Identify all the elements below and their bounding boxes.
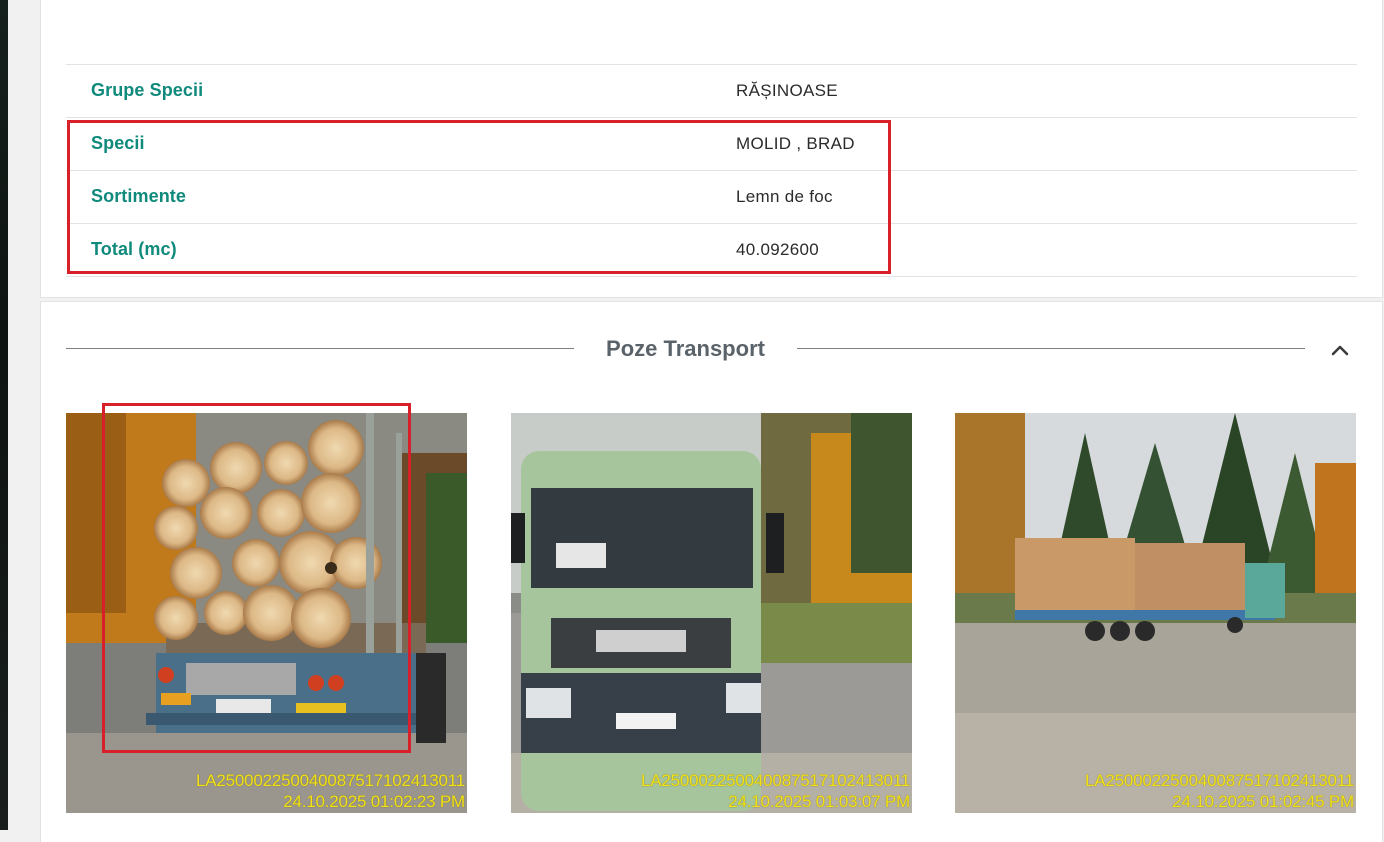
- table-row: Total (mc) 40.092600: [66, 224, 1357, 277]
- photo-code: LA250002250040087517102413011: [640, 771, 910, 790]
- row-label: Specii: [91, 133, 145, 153]
- background-strip: [0, 0, 8, 830]
- truck-front-image: [511, 413, 912, 813]
- row-value: 40.092600: [736, 240, 820, 259]
- row-value: RĂȘINOASE: [736, 81, 838, 100]
- section-title: Poze Transport: [606, 336, 765, 361]
- table-row: Specii MOLID , BRAD: [66, 118, 1357, 171]
- table-row: Sortimente Lemn de foc: [66, 171, 1357, 224]
- section-divider-right: [797, 348, 1305, 349]
- row-value: Lemn de foc: [736, 187, 833, 206]
- photo-code: LA250002250040087517102413011: [195, 771, 465, 790]
- row-label: Grupe Specii: [91, 80, 204, 100]
- photo-timestamp: 24.10.2025 01:02:23 PM: [283, 792, 465, 811]
- truck-side-image: [955, 413, 1356, 813]
- table-row: Grupe Specii RĂȘINOASE: [66, 65, 1357, 118]
- row-label: Total (mc): [91, 239, 177, 259]
- section-divider-left: [66, 348, 574, 349]
- details-table: Grupe Specii RĂȘINOASE Specii MOLID , BR…: [66, 64, 1357, 277]
- transport-photo-2[interactable]: LA250002250040087517102413011 24.10.2025…: [511, 413, 912, 813]
- row-label: Sortimente: [91, 186, 187, 206]
- transport-photo-1[interactable]: LA250002250040087517102413011 24.10.2025…: [66, 413, 467, 813]
- transport-photo-3[interactable]: LA250002250040087517102413011 24.10.2025…: [955, 413, 1356, 813]
- collapse-button[interactable]: [1326, 336, 1354, 364]
- photo-timestamp: 24.10.2025 01:03:07 PM: [728, 792, 910, 811]
- row-value: MOLID , BRAD: [736, 134, 855, 153]
- log-truck-rear-image: [66, 413, 467, 813]
- chevron-up-icon: [1331, 345, 1349, 356]
- photo-timestamp: 24.10.2025 01:02:45 PM: [1172, 792, 1354, 811]
- photo-code: LA250002250040087517102413011: [1084, 771, 1354, 790]
